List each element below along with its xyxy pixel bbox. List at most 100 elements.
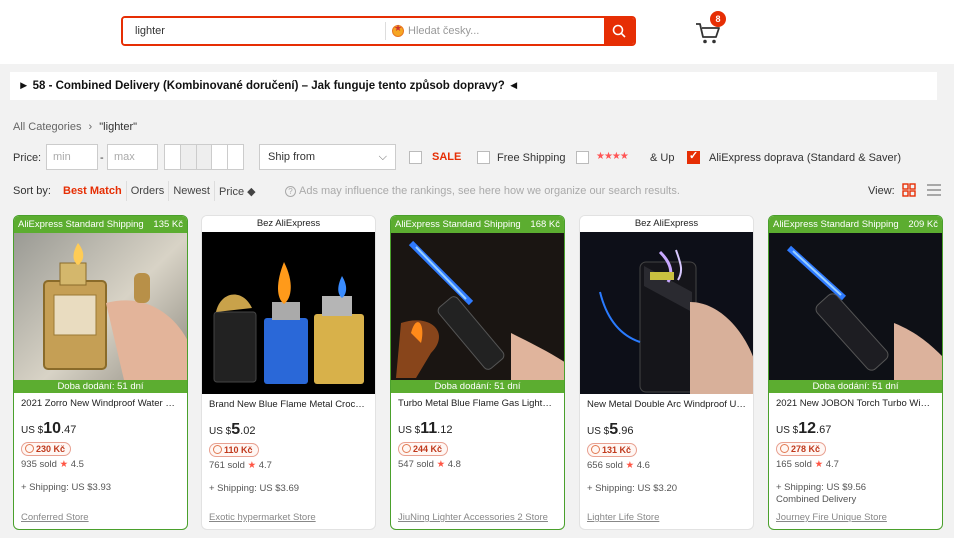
product-image[interactable] xyxy=(202,232,375,394)
cart-count-badge: 8 xyxy=(710,11,726,27)
cart-button[interactable]: 8 xyxy=(694,11,726,45)
free-shipping-label: Free Shipping xyxy=(497,152,566,164)
price-integer: 12 xyxy=(798,420,817,437)
ads-note[interactable]: ? Ads may influence the rankings, see her… xyxy=(285,185,680,197)
shipping-cost: + Shipping: US $3.20 xyxy=(580,471,753,495)
product-card[interactable]: AliExpress Standard Shipping 209 Kč Doba … xyxy=(768,215,943,530)
store-link[interactable]: Conferred Store xyxy=(21,512,89,523)
product-card[interactable]: Bez AliExpress New Metal Double Arc Wind… xyxy=(579,215,754,530)
breadcrumb-all-categories[interactable]: All Categories xyxy=(13,121,81,133)
rating-value: 4.7 xyxy=(825,459,839,470)
shipping-tag-price: 135 Kč xyxy=(153,219,183,230)
search-button[interactable] xyxy=(604,18,634,44)
product-card[interactable]: AliExpress Standard Shipping 135 Kč Doba … xyxy=(13,215,188,530)
rating-value: 4.8 xyxy=(447,459,461,470)
sort-bar: Sort by: Best Match Orders Newest Price … xyxy=(13,181,943,201)
grid-view-icon[interactable] xyxy=(902,183,916,197)
price-decimal: .47 xyxy=(61,424,77,436)
price-integer: 5 xyxy=(609,421,619,438)
czech-search-field[interactable]: Hledat česky... xyxy=(386,18,604,44)
coin-badge: 278 Kč xyxy=(776,442,827,456)
chevron-down-icon: ⌵ xyxy=(378,151,387,163)
product-title[interactable]: 2021 Zorro New Windproof Water Kerosene … xyxy=(14,393,187,412)
list-view-icon[interactable] xyxy=(927,183,941,197)
sort-options: Best Match Orders Newest Price ◆ xyxy=(59,181,260,201)
aliexpress-shipping-checkbox[interactable] xyxy=(687,149,700,164)
price-decimal: .67 xyxy=(816,424,832,436)
search-input[interactable] xyxy=(123,18,385,44)
breadcrumb: All Categories › "lighter" xyxy=(13,121,137,133)
store-link[interactable]: JiuNing Lighter Accessories 2 Store xyxy=(398,512,548,523)
ship-from-select[interactable]: Ship from ⌵ xyxy=(259,144,396,170)
free-shipping-checkbox[interactable] xyxy=(477,151,490,164)
delivery-time: Doba dodání: 51 dní xyxy=(391,380,564,393)
ads-note-text: Ads may influence the rankings, see here… xyxy=(299,185,680,197)
product-price: US $5.96 xyxy=(580,413,753,443)
rating-and-up-label: & Up xyxy=(650,152,675,164)
star-icon: ★ xyxy=(814,459,824,470)
rating-value: 4.5 xyxy=(70,459,84,470)
sort-orders[interactable]: Orders xyxy=(125,181,169,201)
coin-icon xyxy=(402,444,411,453)
shipping-cost: + Shipping: US $3.69 xyxy=(202,471,375,495)
combined-delivery-banner[interactable]: ► 58 - Combined Delivery (Kombinované do… xyxy=(10,72,937,100)
product-title[interactable]: New Metal Double Arc Windproof USB Light… xyxy=(580,394,753,413)
help-icon: ? xyxy=(285,186,296,197)
sort-newest[interactable]: Newest xyxy=(168,181,214,201)
shipping-cost-text: + Shipping: US $3.20 xyxy=(587,483,678,494)
price-max-input[interactable]: max xyxy=(107,144,158,170)
product-card[interactable]: Bez AliExpress Brand New Blue Flame Meta… xyxy=(201,215,376,530)
sold-rating: 165 sold ★ 4.7 xyxy=(769,456,942,470)
shipping-tag-label: AliExpress Standard Shipping xyxy=(395,219,521,230)
sale-label: SALE xyxy=(432,151,462,163)
sold-count: 165 sold xyxy=(776,459,812,470)
shipping-tag: AliExpress Standard Shipping 168 Kč xyxy=(391,216,564,233)
coin-badge: 110 Kč xyxy=(209,443,259,457)
star-icon: ★ xyxy=(59,459,69,470)
star-icon: ★ xyxy=(247,460,257,471)
product-title[interactable]: Turbo Metal Blue Flame Gas Lighter Torch xyxy=(391,393,564,412)
price-integer: 5 xyxy=(231,421,241,438)
bez-aliexpress-tag: Bez AliExpress xyxy=(580,216,753,232)
coin-badge: 244 Kč xyxy=(398,442,449,456)
shipping-cost: + Shipping: US $9.56 Combined Delivery xyxy=(769,470,942,506)
sale-checkbox[interactable] xyxy=(409,151,422,164)
price-range-selector[interactable] xyxy=(164,144,244,170)
coin-amount: 278 Kč xyxy=(791,444,821,454)
sold-rating: 761 sold ★ 4.7 xyxy=(202,457,375,471)
price-currency: US $ xyxy=(209,426,232,437)
product-image[interactable] xyxy=(391,233,564,380)
price-integer: 11 xyxy=(420,420,438,437)
sold-rating: 935 sold ★ 4.5 xyxy=(14,456,187,470)
shipping-cost-text: + Shipping: US $3.93 xyxy=(21,482,112,493)
star-icon: ★ xyxy=(436,459,446,470)
rating-checkbox[interactable] xyxy=(576,151,589,164)
product-card[interactable]: AliExpress Standard Shipping 168 Kč Doba … xyxy=(390,215,565,530)
shipping-tag: AliExpress Standard Shipping 209 Kč xyxy=(769,216,942,233)
product-title[interactable]: 2021 New JOBON Torch Turbo Windproof Lig… xyxy=(769,393,942,412)
coin-icon xyxy=(780,444,789,453)
product-image[interactable] xyxy=(769,233,942,380)
shipping-cost xyxy=(391,470,564,482)
store-link[interactable]: Lighter Life Store xyxy=(587,512,659,523)
sold-rating: 547 sold ★ 4.8 xyxy=(391,456,564,470)
shipping-cost-text: + Shipping: US $9.56 xyxy=(776,482,867,493)
store-link[interactable]: Journey Fire Unique Store xyxy=(776,512,887,523)
product-title[interactable]: Brand New Blue Flame Metal Crocodile Lig… xyxy=(202,394,375,413)
czech-flag-icon xyxy=(392,23,404,37)
price-currency: US $ xyxy=(21,425,44,436)
sold-count: 935 sold xyxy=(21,459,57,470)
store-link[interactable]: Exotic hypermarket Store xyxy=(209,512,316,523)
product-image[interactable] xyxy=(14,233,187,380)
shipping-cost: + Shipping: US $3.93 xyxy=(14,470,187,494)
price-min-input[interactable]: min xyxy=(46,144,98,170)
combined-delivery-note: Combined Delivery xyxy=(776,494,857,505)
shipping-tag-price: 168 Kč xyxy=(530,219,560,230)
price-dash: - xyxy=(100,152,104,164)
search-icon xyxy=(612,24,626,38)
price-currency: US $ xyxy=(776,425,799,436)
product-image[interactable] xyxy=(580,232,753,394)
sort-best-match[interactable]: Best Match xyxy=(59,181,126,201)
coin-amount: 131 Kč xyxy=(602,445,632,455)
sort-price[interactable]: Price ◆ xyxy=(214,181,260,201)
